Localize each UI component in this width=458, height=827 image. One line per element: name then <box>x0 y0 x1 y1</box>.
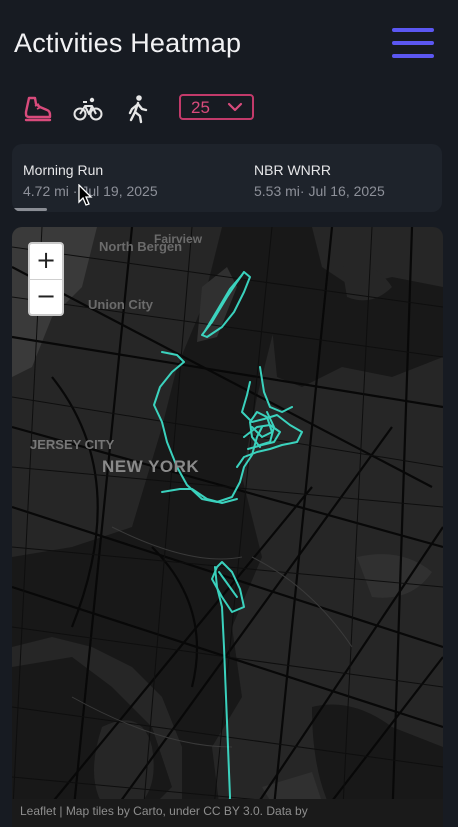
activity-list[interactable]: Morning Run 4.72 mi · Jul 19, 2025 NBR W… <box>12 144 442 212</box>
bicycle-icon <box>73 97 103 121</box>
running-shoe-icon <box>24 96 52 122</box>
activity-name: Morning Run <box>23 162 104 178</box>
map-label: North Bergen <box>99 239 183 254</box>
activity-count-select[interactable]: 25 <box>179 94 254 120</box>
filter-run-button[interactable] <box>20 92 54 126</box>
activity-meta: 5.53 mi· Jul 16, 2025 <box>254 183 385 199</box>
walking-person-icon <box>128 95 148 124</box>
activity-item[interactable]: Morning Run 4.72 mi · Jul 19, 2025 <box>23 144 243 212</box>
zoom-control: + − <box>28 242 64 316</box>
filter-walk-button[interactable] <box>121 92 155 126</box>
map-attribution[interactable]: Leaflet | Map tiles by Carto, under CC B… <box>12 799 443 827</box>
activity-item[interactable]: NBR WNRR 5.53 mi· Jul 16, 2025 <box>254 144 434 212</box>
activity-name: NBR WNRR <box>254 162 331 178</box>
menu-bar <box>392 54 434 58</box>
zoom-in-button[interactable]: + <box>30 244 62 280</box>
map-label: JERSEY CITY <box>30 437 115 452</box>
mouse-pointer-icon <box>78 184 93 206</box>
hamburger-menu-icon[interactable] <box>392 28 434 60</box>
chevron-down-icon <box>227 102 243 112</box>
activity-count-value: 25 <box>191 98 210 117</box>
map-label: Union City <box>88 297 153 312</box>
scroll-indicator[interactable] <box>13 208 47 211</box>
page-title: Activities Heatmap <box>14 28 242 58</box>
map-tiles <box>12 227 443 827</box>
menu-bar <box>392 28 434 32</box>
zoom-out-button[interactable]: − <box>30 280 62 315</box>
filter-ride-button[interactable] <box>71 92 105 126</box>
menu-bar <box>392 41 434 45</box>
app-header: Activities Heatmap <box>0 0 458 90</box>
activity-filters: 25 <box>0 90 458 130</box>
map-label: NEW YORK <box>102 457 200 476</box>
heatmap-map[interactable]: Fairview North Bergen Union City JERSEY … <box>12 227 443 827</box>
